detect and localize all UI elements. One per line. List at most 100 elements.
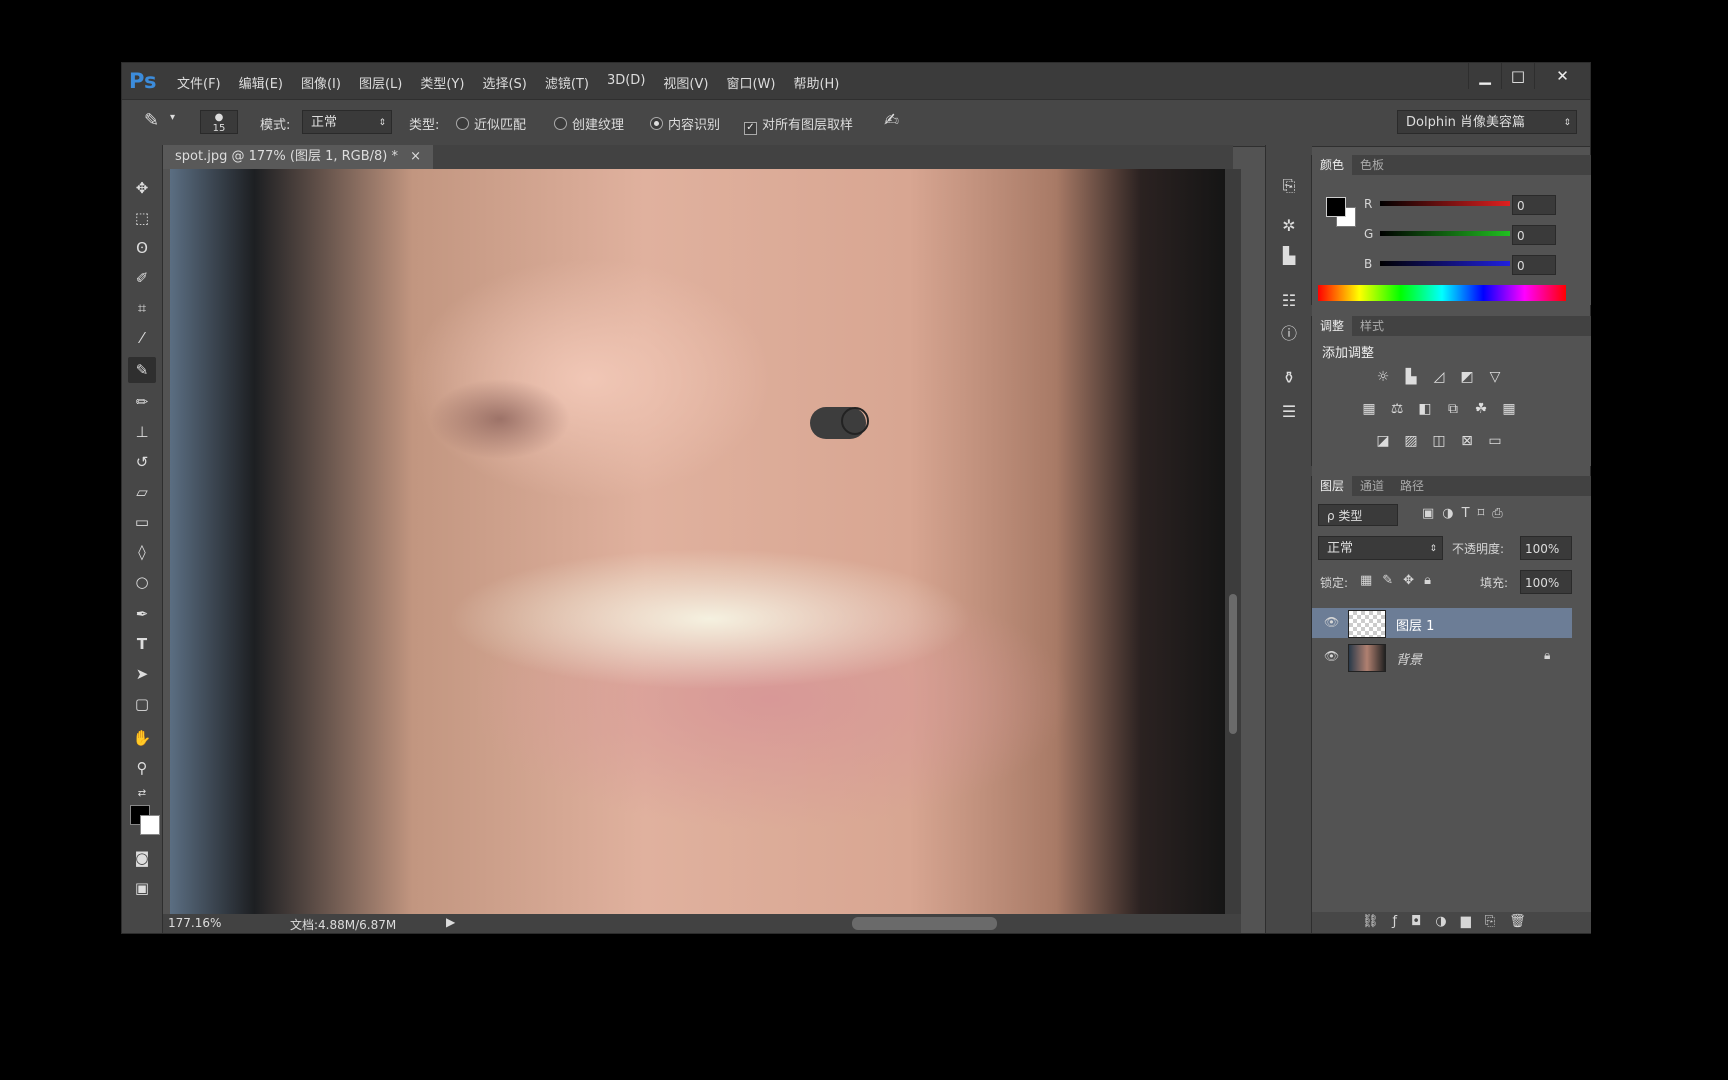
background-color-swatch[interactable] bbox=[140, 815, 160, 835]
properties-panel-icon[interactable]: ☷ bbox=[1278, 290, 1300, 312]
sample-all-layers-checkbox[interactable]: ✓ 对所有图层取样 bbox=[744, 114, 853, 135]
layer-row[interactable]: 👁︎ 背景 🔒︎ bbox=[1312, 642, 1572, 672]
vertical-scroll-thumb[interactable] bbox=[1229, 594, 1237, 734]
mode-select[interactable]: 正常 ⇕ bbox=[302, 110, 392, 134]
histogram-panel-icon[interactable]: ▙ bbox=[1278, 245, 1300, 267]
blur-tool-icon[interactable]: ◊ bbox=[128, 539, 156, 565]
history-panel-icon[interactable]: ⎘ bbox=[1278, 175, 1300, 197]
b-slider[interactable] bbox=[1380, 261, 1510, 266]
spot-healing-tool-icon[interactable]: ✎ bbox=[128, 357, 156, 383]
eraser-tool-icon[interactable]: ▱ bbox=[128, 479, 156, 505]
color-lookup-icon[interactable]: ▦ bbox=[1498, 398, 1520, 420]
info-panel-icon[interactable]: ⓘ bbox=[1278, 323, 1300, 345]
black-white-icon[interactable]: ◧ bbox=[1414, 398, 1436, 420]
invert-icon[interactable]: ◪ bbox=[1372, 430, 1394, 452]
path-select-tool-icon[interactable]: ➤ bbox=[128, 661, 156, 687]
r-value[interactable]: 0 bbox=[1512, 195, 1556, 215]
status-menu-arrow-icon[interactable]: ▶ bbox=[446, 915, 455, 929]
horizontal-scroll-thumb[interactable] bbox=[852, 917, 997, 930]
lasso-tool-icon[interactable]: ʘ bbox=[128, 235, 156, 261]
radio-content-aware[interactable]: 内容识别 bbox=[650, 114, 720, 133]
fg-color-chip[interactable] bbox=[1326, 197, 1346, 217]
menu-view[interactable]: 视图(V) bbox=[663, 73, 708, 92]
minimize-button[interactable]: ▁ bbox=[1468, 63, 1501, 89]
b-value[interactable]: 0 bbox=[1512, 255, 1556, 275]
menu-layer[interactable]: 图层(L) bbox=[359, 73, 402, 92]
menu-select[interactable]: 选择(S) bbox=[482, 73, 526, 92]
visibility-eye-icon[interactable]: 👁︎ bbox=[1324, 615, 1339, 629]
lock-options-icons[interactable]: ▦✎✥🔒︎ bbox=[1360, 573, 1441, 588]
threshold-icon[interactable]: ◫ bbox=[1428, 430, 1450, 452]
menu-type[interactable]: 类型(Y) bbox=[420, 73, 464, 92]
screen-mode-icon[interactable]: ▣ bbox=[128, 875, 156, 901]
blend-mode-select[interactable]: 正常 ⇕ bbox=[1318, 536, 1443, 560]
menu-filter[interactable]: 滤镜(T) bbox=[545, 73, 589, 92]
g-slider[interactable] bbox=[1380, 231, 1510, 236]
visibility-eye-icon[interactable]: 👁︎ bbox=[1324, 649, 1339, 663]
hand-tool-icon[interactable]: ✋ bbox=[128, 725, 156, 751]
type-tool-icon[interactable]: T bbox=[128, 631, 156, 657]
layer-filter-select[interactable]: ρ 类型 bbox=[1318, 504, 1398, 526]
workspace-select[interactable]: Dolphin 肖像美容篇 ⇕ bbox=[1397, 110, 1577, 134]
menu-file[interactable]: 文件(F) bbox=[177, 73, 221, 92]
vibrance-icon[interactable]: ▽ bbox=[1484, 366, 1506, 388]
menu-window[interactable]: 窗口(W) bbox=[726, 73, 775, 92]
tab-channels[interactable]: 通道 bbox=[1352, 476, 1392, 496]
menu-edit[interactable]: 编辑(E) bbox=[239, 73, 283, 92]
fill-field[interactable]: 100% bbox=[1520, 570, 1572, 594]
menu-3d[interactable]: 3D(D) bbox=[607, 73, 645, 92]
shape-tool-icon[interactable]: ▢ bbox=[128, 691, 156, 717]
image-canvas[interactable] bbox=[170, 169, 1225, 914]
maximize-button[interactable]: □ bbox=[1501, 63, 1534, 89]
actions-panel-icon[interactable]: ✲ bbox=[1278, 215, 1300, 237]
layer-filter-icons[interactable]: ▣◑T⌑⎙ bbox=[1422, 506, 1511, 521]
channel-mixer-icon[interactable]: ☘ bbox=[1470, 398, 1492, 420]
eyedropper-tool-icon[interactable]: ⁄ bbox=[128, 325, 156, 351]
brightness-icon[interactable]: ☼ bbox=[1372, 366, 1394, 388]
brush-size-picker[interactable]: ● 15 bbox=[200, 110, 238, 134]
zoom-tool-icon[interactable]: ⚲ bbox=[128, 755, 156, 781]
menu-help[interactable]: 帮助(H) bbox=[793, 73, 839, 92]
close-button[interactable]: ✕ bbox=[1534, 63, 1590, 89]
move-tool-icon[interactable]: ✥ bbox=[128, 175, 156, 201]
tool-presets-icon[interactable]: ☰ bbox=[1278, 401, 1300, 423]
tool-preset-dropdown-icon[interactable]: ▾ bbox=[170, 112, 175, 123]
r-slider[interactable] bbox=[1380, 201, 1510, 206]
layer-name[interactable]: 背景 bbox=[1396, 649, 1422, 668]
tab-color[interactable]: 颜色 bbox=[1312, 155, 1353, 175]
quick-select-tool-icon[interactable]: ✐ bbox=[128, 265, 156, 291]
hue-saturation-icon[interactable]: ▦ bbox=[1358, 398, 1380, 420]
swap-colors-icon[interactable]: ⇄ bbox=[128, 781, 156, 807]
spot-healing-brush-icon[interactable]: ✎ bbox=[144, 110, 159, 131]
gradient-tool-icon[interactable]: ▭ bbox=[128, 509, 156, 535]
quick-mask-icon[interactable]: ◙ bbox=[128, 845, 156, 871]
exposure-icon[interactable]: ◩ bbox=[1456, 366, 1478, 388]
opacity-field[interactable]: 100% bbox=[1520, 536, 1572, 560]
g-value[interactable]: 0 bbox=[1512, 225, 1556, 245]
crop-tool-icon[interactable]: ⌗ bbox=[128, 295, 156, 321]
tab-layers[interactable]: 图层 bbox=[1312, 476, 1353, 496]
levels-icon[interactable]: ▙ bbox=[1400, 366, 1422, 388]
vertical-scrollbar[interactable] bbox=[1225, 169, 1241, 914]
marquee-tool-icon[interactable]: ⬚ bbox=[128, 205, 156, 231]
layer-row[interactable]: 👁︎ 图层 1 bbox=[1312, 608, 1572, 638]
brush-tool-icon[interactable]: ✏ bbox=[128, 389, 156, 415]
selective-color-icon[interactable]: ⊠ bbox=[1456, 430, 1478, 452]
tab-adjustments[interactable]: 调整 bbox=[1312, 316, 1353, 336]
color-spectrum-ramp[interactable] bbox=[1318, 285, 1566, 301]
radio-create-texture[interactable]: 创建纹理 bbox=[554, 114, 624, 133]
menu-image[interactable]: 图像(I) bbox=[301, 73, 341, 92]
tab-styles[interactable]: 样式 bbox=[1352, 316, 1392, 336]
gradient-map-icon[interactable]: ▭ bbox=[1484, 430, 1506, 452]
tab-swatches[interactable]: 色板 bbox=[1352, 155, 1392, 175]
pen-tool-icon[interactable]: ✒ bbox=[128, 601, 156, 627]
pressure-size-icon[interactable]: ✍ bbox=[884, 110, 899, 131]
clone-stamp-tool-icon[interactable]: ⊥ bbox=[128, 419, 156, 445]
radio-proximity-match[interactable]: 近似匹配 bbox=[456, 114, 526, 133]
document-tab[interactable]: spot.jpg @ 177% (图层 1, RGB/8) * × bbox=[163, 145, 434, 169]
dodge-tool-icon[interactable]: ○ bbox=[128, 569, 156, 595]
brush-presets-icon[interactable]: ⚱ bbox=[1278, 367, 1300, 389]
color-balance-icon[interactable]: ⚖ bbox=[1386, 398, 1408, 420]
posterize-icon[interactable]: ▨ bbox=[1400, 430, 1422, 452]
layer-name[interactable]: 图层 1 bbox=[1396, 615, 1434, 634]
